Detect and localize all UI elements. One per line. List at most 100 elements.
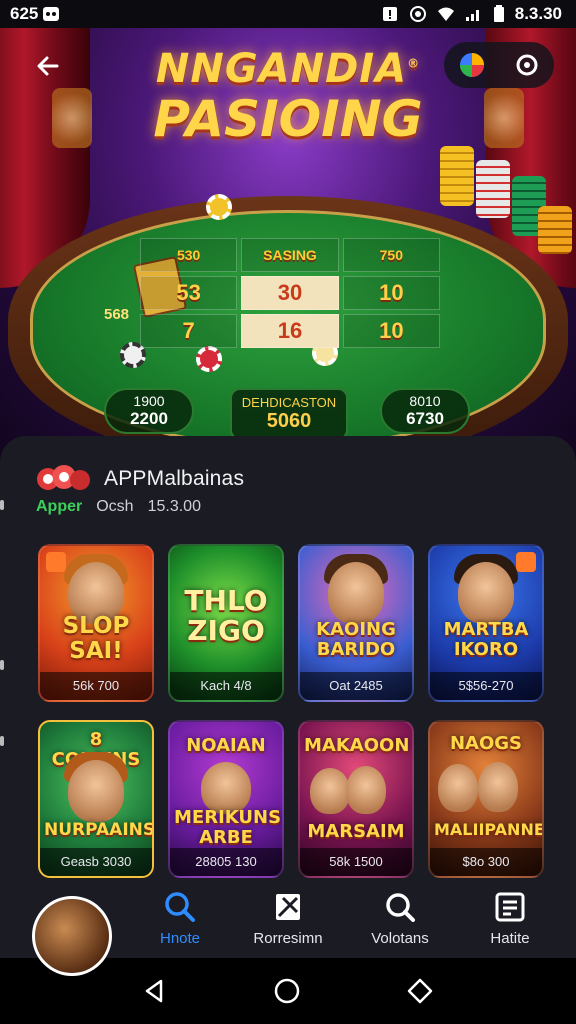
- status-left: 625: [10, 4, 60, 24]
- game-tile[interactable]: MARTBA IKORO 5$56-270: [428, 544, 544, 702]
- nav-label: Hatite: [490, 930, 530, 947]
- status-bar: 625 8.3.30: [0, 0, 576, 28]
- felt-cell: 530: [140, 238, 238, 272]
- game-tile[interactable]: NOAIAN MERIKUNS ARBE 28805 130: [168, 720, 284, 878]
- game-price: 5$56-270: [430, 672, 542, 700]
- game-tile[interactable]: NAOGS MALIIPANNE $8o 300: [428, 720, 544, 878]
- back-triangle-icon[interactable]: [142, 978, 168, 1004]
- pod-right: 8010 6730: [380, 388, 470, 434]
- back-button[interactable]: [28, 46, 68, 86]
- game-title: MERIKUNS ARBE: [174, 807, 282, 848]
- game-tile[interactable]: MAKAOON MARSAIM 58k 1500: [298, 720, 414, 878]
- felt-cell: 7: [140, 314, 238, 348]
- search-icon: [165, 892, 195, 922]
- nav-item-discover[interactable]: Volotans: [350, 890, 450, 947]
- chip: [196, 346, 222, 372]
- notification-icon: [43, 7, 60, 21]
- side-indicator: [0, 500, 4, 510]
- vpn-icon: [409, 6, 426, 22]
- pod-center-label: DEHDICASTON: [241, 395, 337, 410]
- game-price: Oat 2485: [300, 672, 412, 700]
- character-portrait: [458, 562, 514, 624]
- nav-item-home[interactable]: Hnote: [130, 890, 230, 947]
- home-circle-icon[interactable]: [273, 977, 301, 1005]
- side-indicator: [0, 736, 4, 746]
- character-portrait: [68, 760, 124, 822]
- wifi-icon: [437, 7, 454, 21]
- settings-icon[interactable]: [513, 51, 541, 79]
- felt-grid: 530 SASING 750 53 30 10 7 16 10: [140, 238, 440, 348]
- character-portrait: [345, 766, 386, 814]
- chip-stack: [440, 146, 474, 206]
- game-title: MALIIPANNE: [434, 820, 544, 839]
- hero-title-line1: NNGANDIA: [155, 46, 408, 92]
- chip-stack: [476, 160, 510, 218]
- game-price: $8o 300: [430, 848, 542, 876]
- app-logo: [36, 462, 92, 496]
- app-name: APPMalbainas: [104, 467, 245, 490]
- game-subtitle: NOAIAN: [186, 735, 266, 756]
- magnifier-icon: [386, 893, 415, 922]
- badge-icon: [516, 552, 536, 572]
- game-price: 56k 700: [40, 672, 152, 700]
- pod-left-value: 2200: [130, 409, 168, 428]
- character-portrait: [310, 768, 351, 814]
- bottom-nav: Hnote Rorresimn Volotans Hatite: [0, 884, 576, 976]
- nav-label: Hnote: [159, 930, 201, 947]
- game-subtitle: NAOGS: [449, 733, 523, 754]
- game-title: NURPAAINS: [44, 820, 154, 840]
- game-title: MARTBA IKORO: [443, 619, 529, 660]
- game-center-icon[interactable]: [458, 51, 486, 79]
- nav-item-history[interactable]: Hatite: [460, 890, 560, 947]
- hero-title-mark: ®: [407, 56, 421, 71]
- game-tile[interactable]: SLOP SAI! 56k 700: [38, 544, 154, 702]
- chip: [206, 194, 232, 220]
- nav-label: Volotans: [371, 930, 429, 947]
- character-portrait: [437, 764, 478, 812]
- arrow-left-icon: [37, 56, 59, 76]
- alert-icon: [382, 7, 397, 21]
- pod-center-value: 5060: [266, 410, 312, 432]
- game-tile[interactable]: KAOING BARIDO Oat 2485: [298, 544, 414, 702]
- felt-left-label: 568: [104, 306, 130, 323]
- app-subheader: Apper Ocsh 15.3.00: [36, 498, 201, 516]
- badge-icon: [46, 552, 66, 572]
- felt-cell: 750: [342, 238, 440, 272]
- game-price: Geasb 3030: [40, 848, 152, 876]
- app-meta-label: Ocsh: [96, 498, 134, 515]
- felt-cell: SASING: [241, 238, 339, 272]
- game-title: THLO ZIGO: [184, 584, 268, 647]
- felt-cell: 53: [140, 276, 238, 310]
- nav-label: Rorresimn: [253, 930, 323, 947]
- top-actions: [444, 42, 554, 88]
- pod-center: DEHDICASTON 5060: [230, 388, 348, 440]
- app-tag: Apper: [36, 498, 83, 515]
- game-subtitle: MAKAOON: [304, 735, 410, 756]
- status-left-text: 625: [10, 4, 39, 23]
- recents-diamond-icon[interactable]: [406, 977, 434, 1005]
- app-logo-icon: [37, 465, 90, 490]
- pod-right-label: 8010: [409, 393, 441, 409]
- hero-title-line2: PASIOING: [153, 90, 423, 148]
- game-tile[interactable]: 8 COLAINS NURPAAINS Geasb 3030: [38, 720, 154, 878]
- game-price: 58k 1500: [300, 848, 412, 876]
- game-title: MARSAIM: [307, 821, 405, 842]
- nav-item-rooms[interactable]: Rorresimn: [238, 890, 338, 947]
- list-icon: [495, 892, 525, 922]
- side-indicator: [0, 660, 4, 670]
- pod-left-label: 1900: [133, 393, 165, 409]
- status-right: 8.3.30: [381, 4, 562, 24]
- pod-right-value: 6730: [406, 409, 444, 428]
- game-price: 28805 130: [170, 848, 282, 876]
- felt-cell: 10: [342, 314, 440, 348]
- hero-banner: NNGANDIA® PASIOING 568 530 SASING 750 53…: [0, 28, 576, 458]
- battery-icon: [493, 5, 504, 22]
- character-portrait: [478, 762, 519, 812]
- game-grid: SLOP SAI! 56k 700 THLO ZIGO Kach 4/8 KAO…: [38, 544, 546, 878]
- app-meta-value: 15.3.00: [147, 498, 201, 515]
- game-tile[interactable]: THLO ZIGO Kach 4/8: [168, 544, 284, 702]
- cards-icon: [276, 894, 300, 920]
- avatar[interactable]: [32, 896, 112, 976]
- felt-cell: 16: [241, 314, 339, 348]
- signal-icon: [465, 10, 479, 21]
